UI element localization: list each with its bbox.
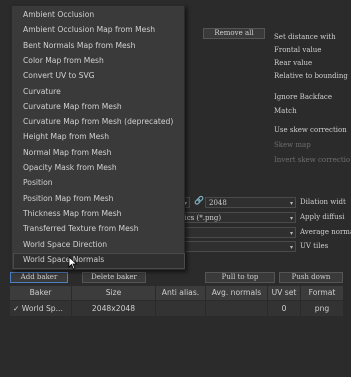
menu-item[interactable]: World Space Direction bbox=[23, 240, 107, 249]
format-value: hics (*.png) bbox=[180, 214, 222, 222]
menu-item[interactable]: Curvature bbox=[23, 87, 61, 96]
parameter-label: Match bbox=[274, 107, 297, 115]
size-value: 2048 bbox=[209, 199, 227, 207]
cell-baker: ✓ World Sp... bbox=[10, 301, 72, 316]
header-anti-alias[interactable]: Anti alias. bbox=[156, 286, 206, 300]
remove-all-button[interactable]: Remove all bbox=[203, 28, 265, 39]
add-baker-menu: Ambient Occlusion Ambient Occlusion Map f… bbox=[11, 5, 185, 270]
menu-item[interactable]: Curvature Map from Mesh (deprecated) bbox=[23, 117, 173, 126]
menu-item[interactable]: Ambient Occlusion Map from Mesh bbox=[23, 25, 155, 34]
option-select-4[interactable]: ▾ bbox=[176, 241, 296, 252]
apply-diffusion-label: Apply diffusi bbox=[300, 213, 345, 221]
menu-item[interactable]: Position Map from Mesh bbox=[23, 194, 114, 203]
menu-item[interactable]: Opacity Mask from Mesh bbox=[23, 163, 117, 172]
menu-item[interactable]: Thickness Map from Mesh bbox=[23, 209, 121, 218]
dilation-width-label: Dilation widt bbox=[300, 198, 346, 206]
parameter-label: Set distance with bbox=[274, 33, 336, 41]
menu-item[interactable]: Bent Normals Map from Mesh bbox=[23, 41, 135, 50]
header-baker[interactable]: Baker bbox=[10, 286, 72, 300]
cell-size: 2048x2048 bbox=[72, 301, 156, 316]
link-icon[interactable]: 🔗 bbox=[194, 196, 204, 205]
parameter-label: Invert skew correctio bbox=[274, 156, 351, 164]
size-select[interactable]: 2048 ▾ bbox=[205, 197, 296, 208]
parameter-label: Ignore Backface bbox=[274, 93, 332, 101]
header-avg-normals[interactable]: Avg. normals bbox=[206, 286, 268, 300]
menu-item[interactable]: Height Map from Mesh bbox=[23, 132, 109, 141]
option-select-3[interactable]: ▾ bbox=[176, 227, 296, 238]
menu-item[interactable]: Convert UV to SVG bbox=[23, 71, 95, 80]
header-format[interactable]: Format bbox=[301, 286, 343, 300]
cursor-icon bbox=[68, 256, 78, 270]
parameter-label: Skew map bbox=[274, 141, 311, 149]
menu-item[interactable]: World Space Normals bbox=[23, 255, 104, 264]
check-icon[interactable]: ✓ bbox=[13, 304, 19, 313]
menu-item[interactable]: Color Map from Mesh bbox=[23, 56, 104, 65]
pull-to-top-button[interactable]: Pull to top bbox=[205, 272, 275, 283]
menu-item[interactable]: Ambient Occlusion bbox=[23, 10, 94, 19]
parameter-label: Frontal value bbox=[274, 46, 322, 54]
menu-item[interactable]: Transferred Texture from Mesh bbox=[23, 224, 139, 233]
push-down-button[interactable]: Push down bbox=[279, 272, 343, 283]
cell-format: png bbox=[301, 301, 343, 316]
cell-uv-set: 0 bbox=[268, 301, 301, 316]
header-size[interactable]: Size bbox=[72, 286, 156, 300]
parameter-label: Use skew correction bbox=[274, 126, 347, 134]
add-baker-button[interactable]: Add baker bbox=[10, 272, 68, 283]
menu-item[interactable]: Curvature Map from Mesh bbox=[23, 102, 122, 111]
header-uv-set[interactable]: UV set bbox=[268, 286, 301, 300]
delete-baker-button[interactable]: Delete baker bbox=[82, 272, 146, 283]
cell-anti-alias bbox=[156, 301, 206, 316]
format-select[interactable]: hics (*.png) ▾ bbox=[176, 212, 296, 223]
menu-item[interactable]: Position bbox=[23, 178, 53, 187]
cell-avg-normals bbox=[206, 301, 268, 316]
parameter-label: Rear value bbox=[274, 59, 313, 67]
baker-name: World Sp... bbox=[21, 304, 63, 313]
parameter-label: Relative to bounding bbox=[274, 72, 348, 80]
average-normals-label: Average norma bbox=[300, 228, 351, 236]
uv-tiles-label: UV tiles bbox=[300, 242, 329, 250]
menu-item[interactable]: Normal Map from Mesh bbox=[23, 148, 111, 157]
